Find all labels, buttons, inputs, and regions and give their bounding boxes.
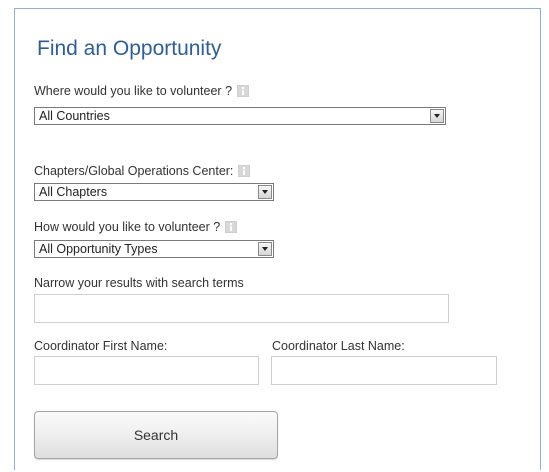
dropdown-arrow-icon[interactable] [258,185,272,199]
search-terms-input[interactable] [34,294,449,323]
chapter-select-value: All Chapters [39,185,108,199]
coordinator-first-label: Coordinator First Name: [34,339,168,353]
type-label-row: How would you like to volunteer ? [34,220,238,234]
search-terms-label-row: Narrow your results with search terms [34,276,244,290]
location-select-value: All Countries [39,109,110,123]
dropdown-arrow-icon[interactable] [430,109,444,123]
coordinator-last-label-row: Coordinator Last Name: [272,339,405,353]
info-icon[interactable] [238,165,251,177]
info-icon[interactable] [237,85,250,97]
type-label: How would you like to volunteer ? [34,220,221,234]
chapter-label-row: Chapters/Global Operations Center: [34,164,251,178]
location-label-row: Where would you like to volunteer ? [34,84,250,98]
location-select[interactable]: All Countries [34,107,446,125]
chapter-label: Chapters/Global Operations Center: [34,164,234,178]
type-select-value: All Opportunity Types [39,242,158,256]
location-label: Where would you like to volunteer ? [34,84,233,98]
info-icon[interactable] [225,221,238,233]
coordinator-last-name-input[interactable] [271,356,497,385]
chapter-select[interactable]: All Chapters [34,183,274,201]
search-button[interactable]: Search [34,411,278,459]
coordinator-last-label: Coordinator Last Name: [272,339,405,353]
page-title: Find an Opportunity [37,37,222,60]
type-select[interactable]: All Opportunity Types [34,240,274,258]
dropdown-arrow-icon[interactable] [258,242,272,256]
search-terms-label: Narrow your results with search terms [34,276,244,290]
coordinator-first-label-row: Coordinator First Name: [34,339,167,353]
coordinator-first-name-input[interactable] [34,356,259,385]
find-opportunity-panel: Find an Opportunity Where would you like… [14,8,541,470]
